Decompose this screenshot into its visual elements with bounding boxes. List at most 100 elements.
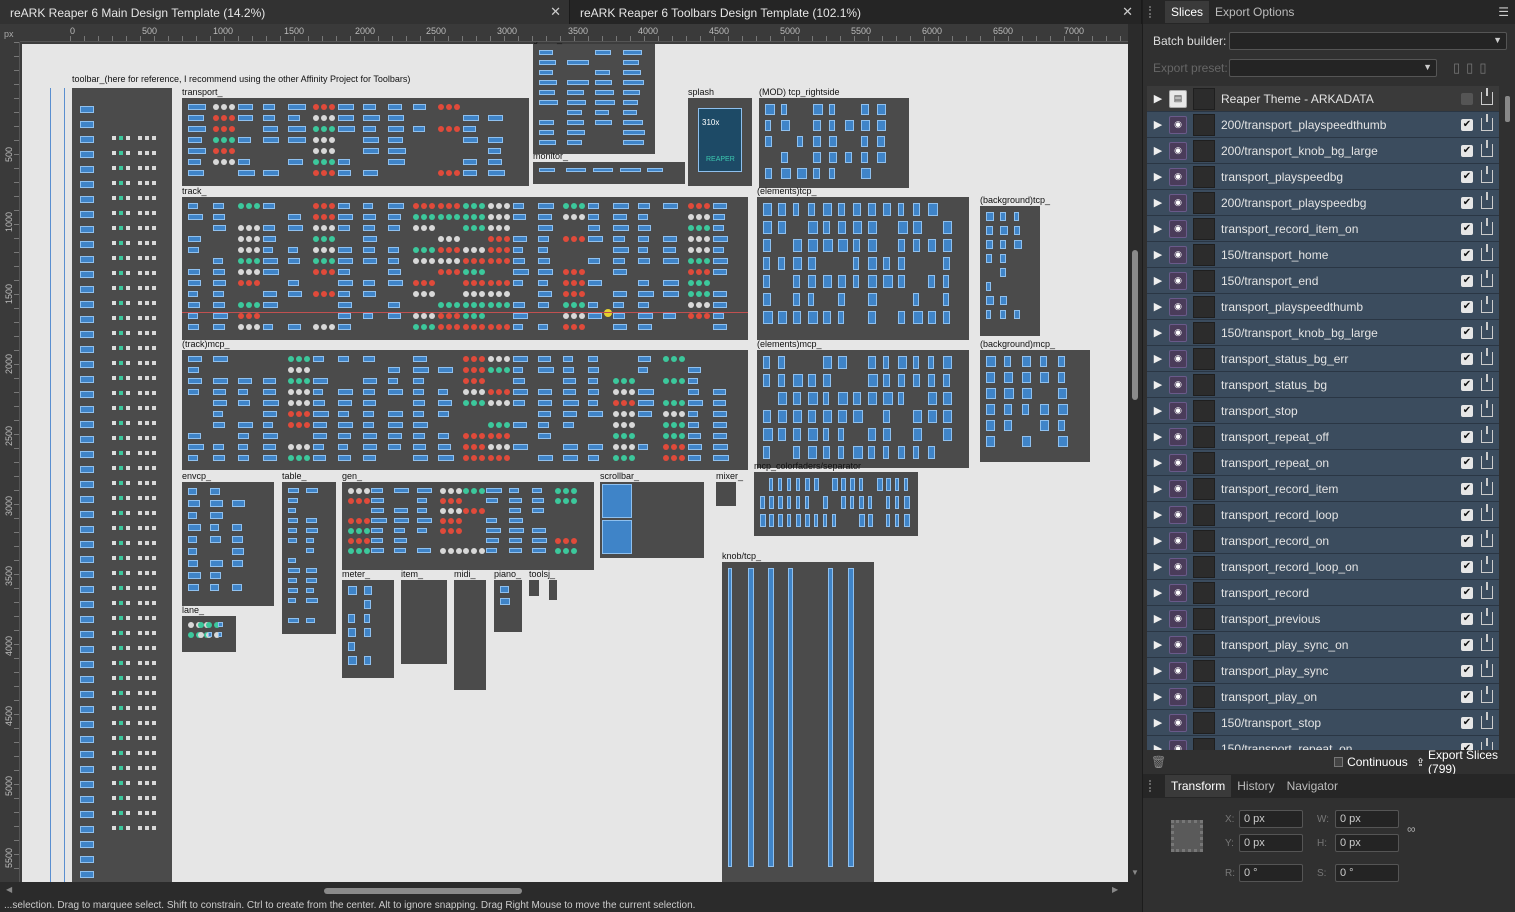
toolbar-button-slice[interactable]	[145, 196, 149, 200]
toolbar-button-slice[interactable]	[138, 406, 142, 410]
knob-slice[interactable]	[229, 115, 235, 121]
knob-slice[interactable]	[454, 313, 460, 319]
expand-arrow-icon[interactable]: ▶	[1147, 352, 1169, 365]
ui-element-slice[interactable]	[567, 60, 589, 65]
ui-element-slice[interactable]	[778, 374, 786, 387]
toolbar-button-slice[interactable]	[119, 241, 123, 245]
ui-element-slice[interactable]	[943, 311, 950, 324]
ui-element-slice[interactable]	[538, 400, 553, 406]
export-settings-icon[interactable]	[1481, 140, 1493, 157]
ui-element-slice[interactable]	[883, 428, 892, 441]
knob-slice[interactable]	[479, 203, 485, 209]
toolbar-button-slice[interactable]	[152, 211, 156, 215]
slice-row[interactable]: ▶ ◉ 150/transport_end ✔	[1147, 268, 1499, 294]
ui-element-slice[interactable]	[263, 291, 277, 297]
ui-element-slice[interactable]	[338, 455, 352, 461]
ui-element-slice[interactable]	[877, 136, 885, 147]
ui-element-slice[interactable]	[823, 514, 827, 527]
ui-element-slice[interactable]	[263, 444, 276, 450]
knob-slice[interactable]	[621, 411, 627, 417]
toolbar-button-slice[interactable]	[119, 301, 123, 305]
ui-element-slice[interactable]	[595, 100, 615, 105]
knob-slice[interactable]	[440, 528, 446, 534]
slice-name[interactable]: transport_previous	[1221, 612, 1461, 626]
panel-menu-icon[interactable]: ☰	[1498, 5, 1509, 19]
knob-slice[interactable]	[356, 528, 362, 534]
knob-slice[interactable]	[313, 214, 319, 220]
toolbar-button-slice[interactable]	[126, 751, 130, 755]
slice-export-checkbox[interactable]: ✔	[1461, 196, 1473, 209]
toolbar-icon-slice[interactable]	[80, 541, 94, 548]
ui-element-slice[interactable]	[793, 410, 803, 423]
knob-slice[interactable]	[688, 280, 694, 286]
toolbar-button-slice[interactable]	[152, 811, 156, 815]
knob-slice[interactable]	[629, 389, 635, 395]
toolbar-button-slice[interactable]	[152, 406, 156, 410]
knob-slice[interactable]	[454, 203, 460, 209]
ui-element-slice[interactable]	[364, 614, 371, 623]
knob-slice[interactable]	[238, 324, 244, 330]
knob-slice[interactable]	[463, 225, 469, 231]
toolbar-button-slice[interactable]	[138, 196, 142, 200]
knob-slice[interactable]	[440, 548, 446, 554]
knob-slice[interactable]	[471, 269, 477, 275]
slice-export-checkbox[interactable]: ✔	[1461, 326, 1473, 339]
export-settings-icon[interactable]	[1481, 452, 1493, 469]
ui-element-slice[interactable]	[188, 313, 198, 319]
toolbar-icon-slice[interactable]	[80, 511, 94, 518]
ui-element-slice[interactable]	[348, 586, 358, 595]
knob-slice[interactable]	[440, 508, 446, 514]
knob-slice[interactable]	[563, 302, 569, 308]
toolbar-icon-slice[interactable]	[80, 376, 94, 383]
artboard-transport[interactable]	[182, 98, 529, 186]
ui-element-slice[interactable]	[288, 538, 297, 543]
knob-slice[interactable]	[488, 280, 494, 286]
slice-name[interactable]: 150/transport_home	[1221, 248, 1461, 262]
trash-icon[interactable]: 🗑	[1151, 755, 1166, 769]
ui-element-slice[interactable]	[238, 104, 253, 110]
slice-row[interactable]: ▶ ◉ transport_play_on ✔	[1147, 684, 1499, 710]
ui-element-slice[interactable]	[1000, 240, 1006, 249]
toolbar-icon-slice[interactable]	[80, 796, 94, 803]
knob-slice[interactable]	[629, 422, 635, 428]
ui-element-slice[interactable]	[623, 90, 641, 95]
ui-element-slice[interactable]	[928, 311, 936, 324]
rotation-field[interactable]: 0 °	[1239, 864, 1303, 882]
toolbar-button-slice[interactable]	[112, 316, 116, 320]
knob-slice[interactable]	[454, 170, 460, 176]
toolbar-icon-slice[interactable]	[80, 286, 94, 293]
knob-slice[interactable]	[613, 444, 619, 450]
knob-slice[interactable]	[288, 378, 294, 384]
knob-slice[interactable]	[329, 115, 335, 121]
ui-element-slice[interactable]	[1000, 226, 1008, 235]
knob-slice[interactable]	[555, 548, 561, 554]
ui-element-slice[interactable]	[263, 137, 280, 143]
ui-element-slice[interactable]	[808, 203, 815, 216]
ui-element-slice[interactable]	[859, 496, 864, 509]
knob-slice[interactable]	[679, 411, 685, 417]
slice-export-checkbox[interactable]: ✔	[1461, 560, 1473, 573]
ui-element-slice[interactable]	[394, 528, 405, 533]
knob-slice[interactable]	[704, 291, 710, 297]
knob-slice[interactable]	[321, 126, 327, 132]
ui-element-slice[interactable]	[232, 584, 242, 591]
ui-element-slice[interactable]	[338, 126, 355, 132]
toolbar-button-slice[interactable]	[138, 316, 142, 320]
artboard-meter[interactable]	[342, 580, 394, 678]
ui-element-slice[interactable]	[781, 104, 788, 115]
ui-element-slice[interactable]	[829, 168, 836, 179]
slice-row[interactable]: ▶ ◉ transport_repeat_on ✔	[1147, 450, 1499, 476]
ui-element-slice[interactable]	[986, 240, 993, 249]
ui-element-slice[interactable]	[306, 598, 318, 603]
ui-element-slice[interactable]	[363, 389, 376, 395]
slice-name[interactable]: Reaper Theme - ARKADATA	[1221, 92, 1461, 106]
toolbar-button-slice[interactable]	[112, 331, 116, 335]
knob-slice[interactable]	[438, 104, 444, 110]
ui-element-slice[interactable]	[463, 115, 480, 121]
ui-element-slice[interactable]	[895, 514, 900, 527]
ui-element-slice[interactable]	[338, 280, 353, 286]
ui-element-slice[interactable]	[841, 496, 846, 509]
toolbar-icon-slice[interactable]	[80, 721, 94, 728]
knob-slice[interactable]	[496, 203, 502, 209]
ui-element-slice[interactable]	[413, 126, 426, 132]
